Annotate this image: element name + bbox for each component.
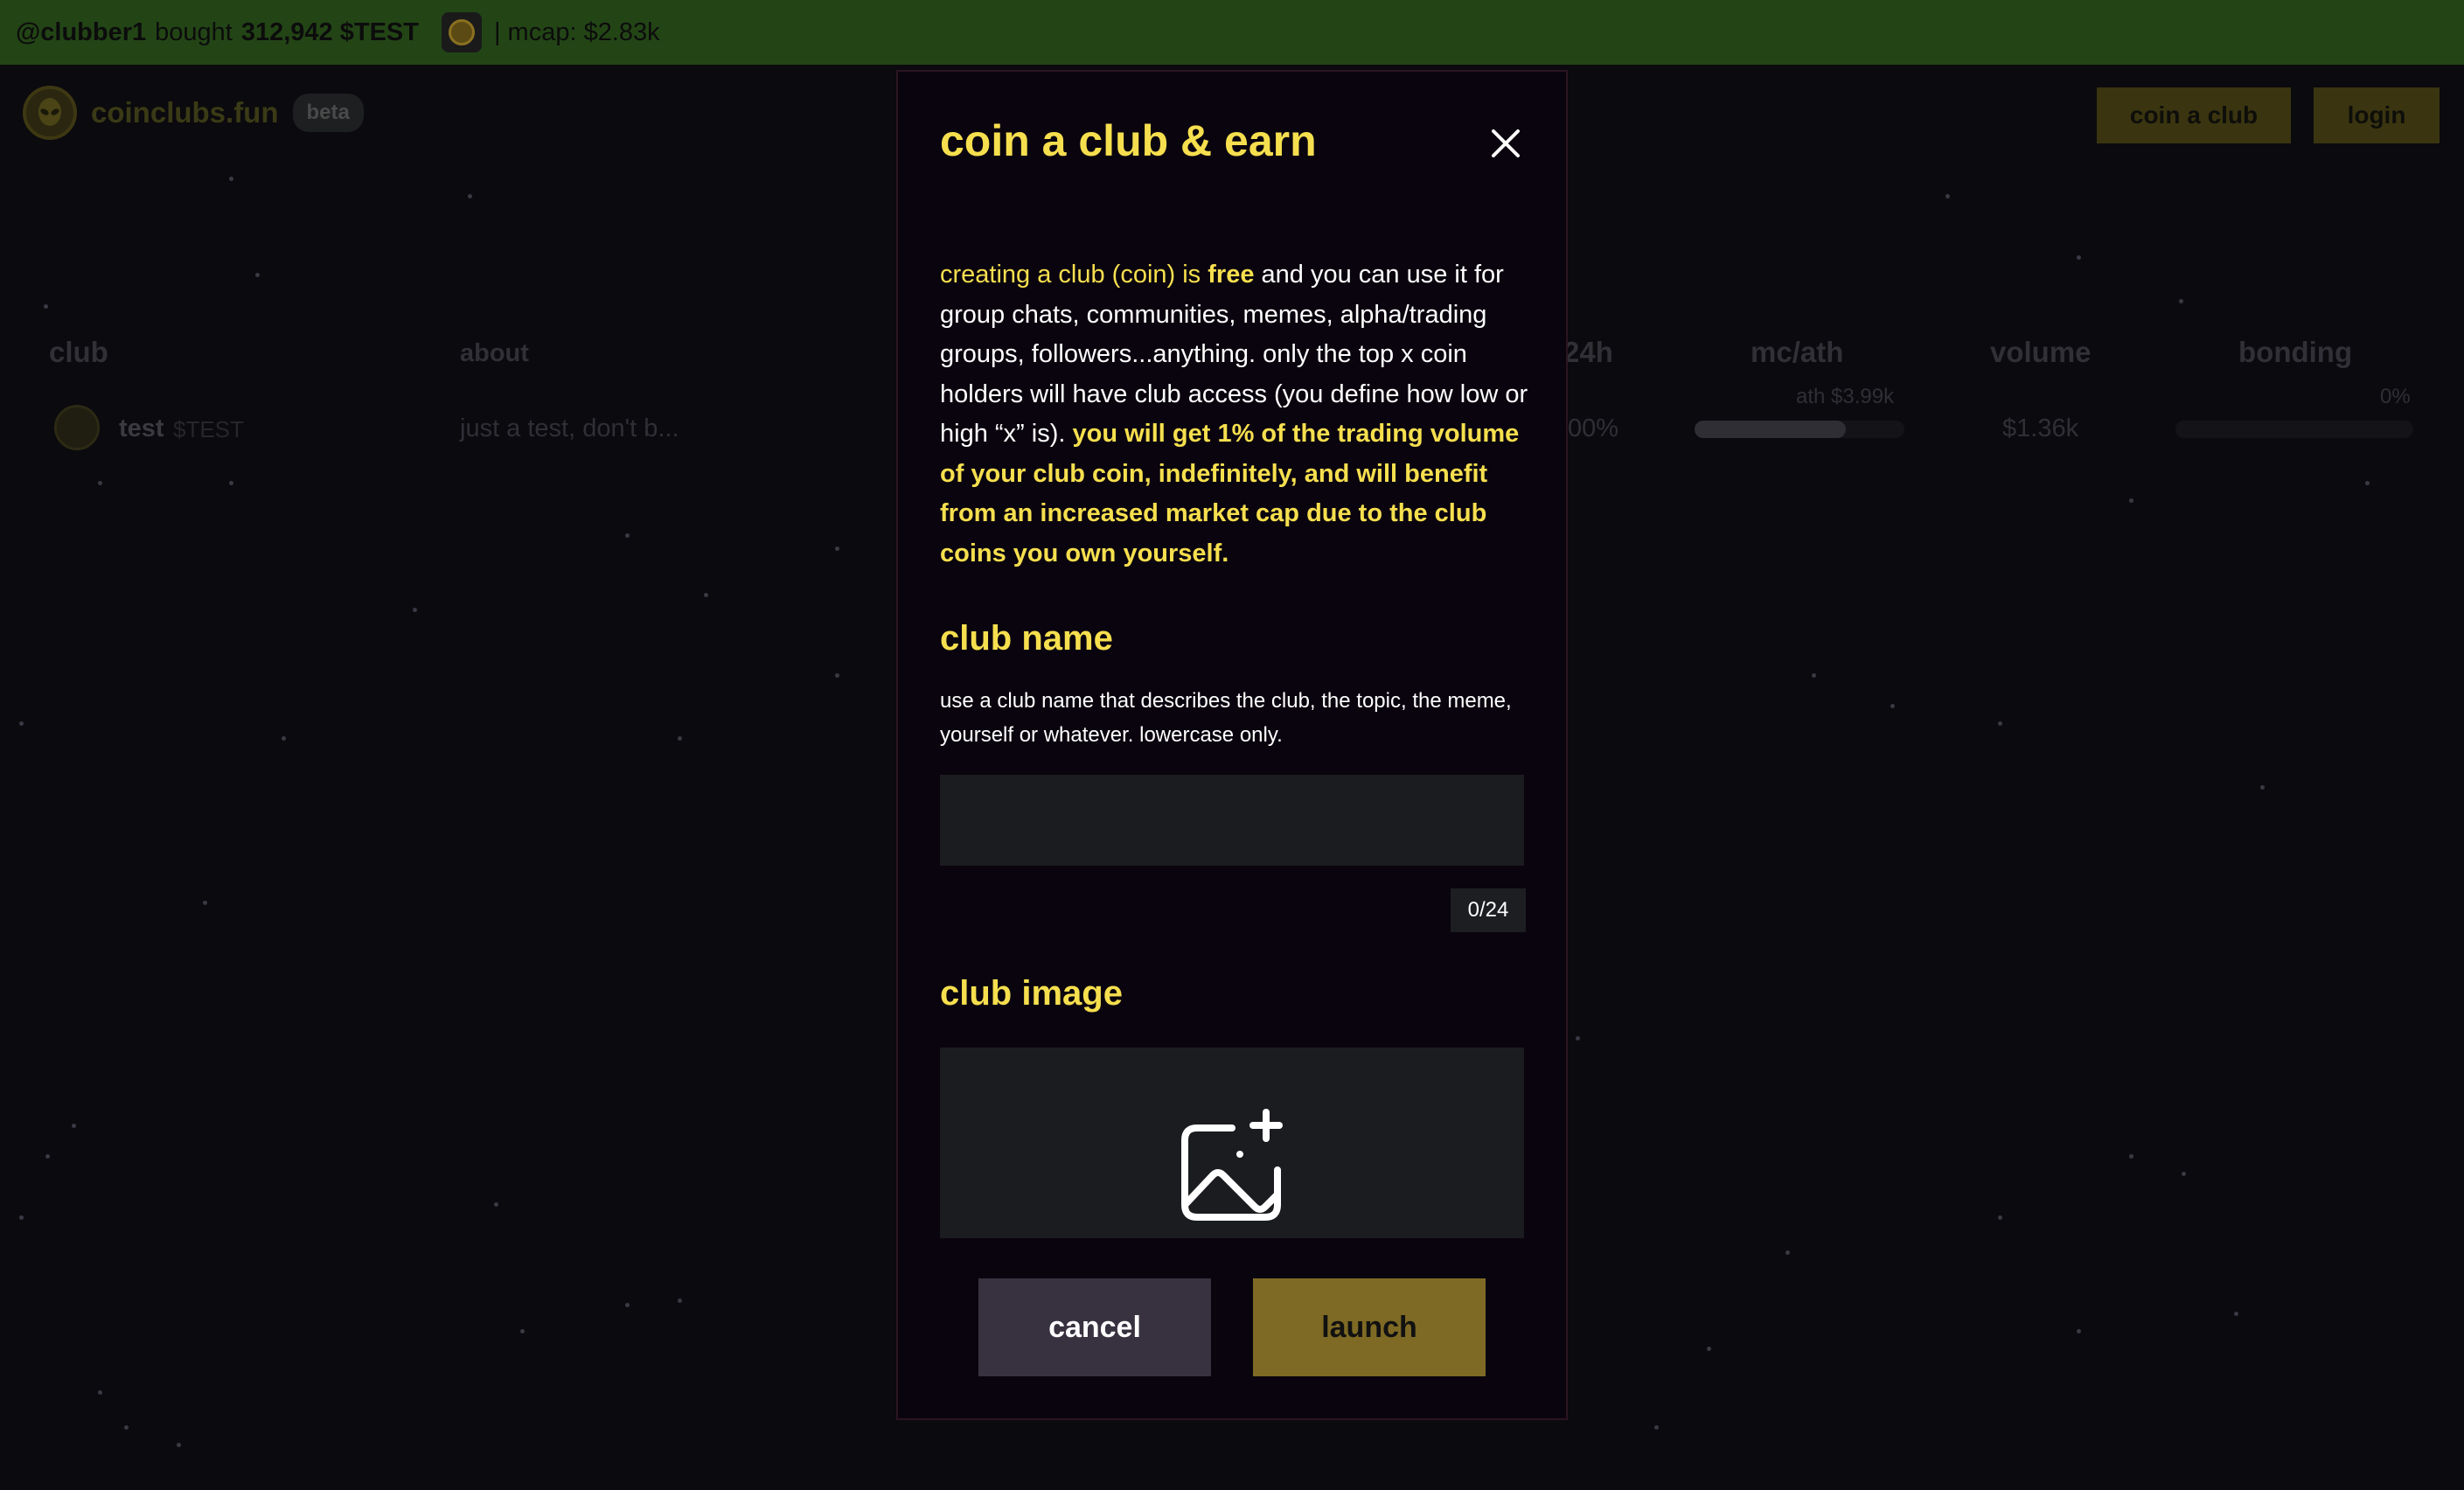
image-upload-area[interactable] xyxy=(940,1048,1524,1238)
brand-name: coinclubs.fun xyxy=(91,96,279,129)
club-name-help: use a club name that describes the club,… xyxy=(940,689,1512,747)
column-header-bonding[interactable]: bonding xyxy=(2238,336,2352,369)
coin-a-club-button[interactable]: coin a club xyxy=(2097,87,2291,143)
ticker-verb: bought xyxy=(155,17,233,46)
column-header-about: about xyxy=(460,339,529,367)
column-header-club[interactable]: club xyxy=(49,336,108,369)
launch-button[interactable]: launch xyxy=(1253,1278,1486,1376)
mc-progress-bar xyxy=(1695,421,1904,438)
image-plus-icon xyxy=(1178,1109,1286,1221)
activity-ticker[interactable]: @clubber1 bought 312,942 $TEST | mcap: $… xyxy=(0,0,2464,65)
ticker-user[interactable]: @clubber1 xyxy=(16,18,146,47)
club-name: test xyxy=(119,414,164,442)
modal-title: coin a club & earn xyxy=(940,116,1317,165)
column-header-volume[interactable]: volume xyxy=(1990,336,2092,369)
club-avatar xyxy=(54,405,100,450)
column-header-mc-ath[interactable]: mc/ath xyxy=(1751,336,1843,369)
modal-intro-text: creating a club (coin) is free and you c… xyxy=(940,255,1535,574)
cancel-button[interactable]: cancel xyxy=(978,1278,1211,1376)
coin-avatar-icon xyxy=(442,12,482,52)
bonding-percent: 0% xyxy=(2380,385,2411,408)
club-ticker: $TEST xyxy=(173,416,244,442)
bonding-progress-bar xyxy=(2175,421,2413,438)
club-volume: $1.36k xyxy=(2002,414,2079,442)
club-name-input[interactable] xyxy=(940,775,1524,866)
club-name-heading: club name xyxy=(940,619,1113,658)
ticker-amount: 312,942 $TEST xyxy=(240,17,419,46)
coin-a-club-modal: coin a club & earn creating a club (coin… xyxy=(896,70,1568,1420)
site-logo[interactable]: coinclubs.fun beta xyxy=(23,86,364,140)
close-icon[interactable] xyxy=(1486,124,1525,163)
ticker-mcap: mcap: $2.83k xyxy=(507,17,660,46)
club-24h-change: 00% xyxy=(1568,414,1619,442)
ticker-separator: | xyxy=(494,17,501,46)
intro-part1: creating a club (coin) is xyxy=(940,261,1208,289)
intro-free: free xyxy=(1208,261,1255,289)
column-header-24h[interactable]: 24h xyxy=(1563,336,1613,369)
club-ath: ath $3.99k xyxy=(1796,385,1895,408)
login-button[interactable]: login xyxy=(2314,87,2440,143)
alien-icon xyxy=(23,86,77,140)
beta-badge: beta xyxy=(292,94,364,132)
club-about: just a test, don't b... xyxy=(460,414,679,442)
club-image-heading: club image xyxy=(940,974,1123,1013)
char-counter: 0/24 xyxy=(1451,888,1526,932)
